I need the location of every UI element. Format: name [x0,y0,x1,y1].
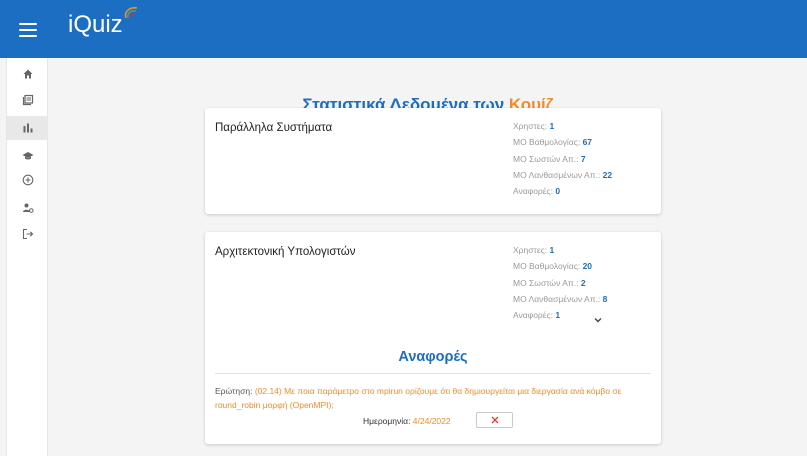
sidebar-item-statistics[interactable] [7,116,48,140]
stat-avg-score-label: ΜΟ Βαθμολογίας: [513,137,583,148]
stat-avg-score: ΜΟ Βαθμολογίας: 67 [513,134,612,150]
sidebar-item-library[interactable] [7,88,48,112]
graduation-cap-icon [22,152,33,160]
close-icon [491,416,498,424]
stat-users: Χρηστες: 1 [513,118,612,134]
user-settings-icon [22,203,34,213]
quiz-stats: Χρηστες: 1 ΜΟ Βαθμολογίας: 67 ΜΟ Σωστών … [513,118,612,199]
report-question: Ερώτηση: (02.14) Με ποια παράμετρο στο m… [215,384,651,412]
report-question-label: Ερώτηση: [215,386,255,396]
logout-icon [22,228,33,240]
stat-users-label: Χρηστες: [513,245,550,255]
quiz-card: Αρχιτεκτονική Υπολογιστών Χρηστες: 1 ΜΟ … [205,232,661,444]
stat-reports-label: Αναφορές: [513,310,556,321]
logo-swirl-icon [124,7,138,19]
menu-icon[interactable] [19,23,37,37]
stat-avg-correct-value: 2 [580,277,586,288]
quiz-stats: Χρηστες: 1 ΜΟ Βαθμολογίας: 20 ΜΟ Σωστών … [513,242,607,323]
sidebar-item-home[interactable] [7,62,48,86]
stat-reports: Αναφορές: 0 [513,183,612,199]
stat-avg-wrong-label: ΜΟ Λανθασμένων Απ.: [513,169,603,180]
app-logo[interactable]: iQuiz [68,11,123,39]
stat-avg-wrong-value: 8 [602,293,608,304]
delete-report-button[interactable] [476,412,513,428]
stat-avg-correct-value: 7 [580,153,586,164]
quiz-card: Παράλληλα Συστήματα Χρηστες: 1 ΜΟ Βαθμολ… [205,108,661,214]
quiz-title: Αρχιτεκτονική Υπολογιστών [215,246,356,258]
stat-users-value: 1 [549,121,555,131]
sidebar-item-courses[interactable] [7,144,48,168]
divider [215,373,651,374]
stat-avg-correct-label: ΜΟ Σωστών Απ.: [513,277,581,288]
report-date: Ημερομηνία: 4/24/2022 [363,416,451,426]
sidebar-item-add[interactable] [7,168,48,192]
main-content: Στατιστικά Δεδομένα των Κουίζ Παράλληλα … [49,58,807,456]
add-circle-icon [22,174,33,186]
stat-avg-correct: ΜΟ Σωστών Απ.: 7 [513,151,612,167]
stat-reports-value: 0 [555,186,561,197]
sidebar [6,58,48,456]
stat-avg-correct: ΜΟ Σωστών Απ.: 2 [513,275,607,291]
report-date-value: 4/24/2022 [412,416,451,426]
home-icon [23,69,32,79]
stat-avg-wrong: ΜΟ Λανθασμένων Απ.: 8 [513,291,607,307]
stat-avg-wrong-label: ΜΟ Λανθασμένων Απ.: [513,293,603,304]
stat-avg-wrong: ΜΟ Λανθασμένων Απ.: 22 [513,167,612,183]
sidebar-item-user-settings[interactable] [7,196,48,220]
stat-users-value: 1 [549,245,555,255]
stat-avg-score: ΜΟ Βαθμολογίας: 20 [513,258,607,274]
library-icon [22,94,33,106]
sidebar-item-logout[interactable] [7,222,48,246]
bar-chart-icon [23,123,32,133]
report-question-text: (02.14) Με ποια παράμετρο στο mpirun ορί… [215,386,622,410]
chevron-down-icon[interactable] [593,316,603,324]
stat-avg-score-value: 20 [582,261,593,272]
stat-avg-correct-label: ΜΟ Σωστών Απ.: [513,153,581,164]
stat-avg-wrong-value: 22 [602,169,613,180]
stat-users-label: Χρηστες: [513,121,550,131]
report-date-label: Ημερομηνία: [363,416,413,426]
app-bar: iQuiz [0,0,807,58]
quiz-title: Παράλληλα Συστήματα [215,122,333,134]
stat-reports-value: 1 [555,310,561,321]
stat-avg-score-value: 67 [582,137,593,148]
stat-users: Χρηστες: 1 [513,242,607,258]
stat-avg-score-label: ΜΟ Βαθμολογίας: [513,261,583,272]
reports-heading: Αναφορές [398,349,468,365]
stat-reports-label: Αναφορές: [513,186,556,197]
